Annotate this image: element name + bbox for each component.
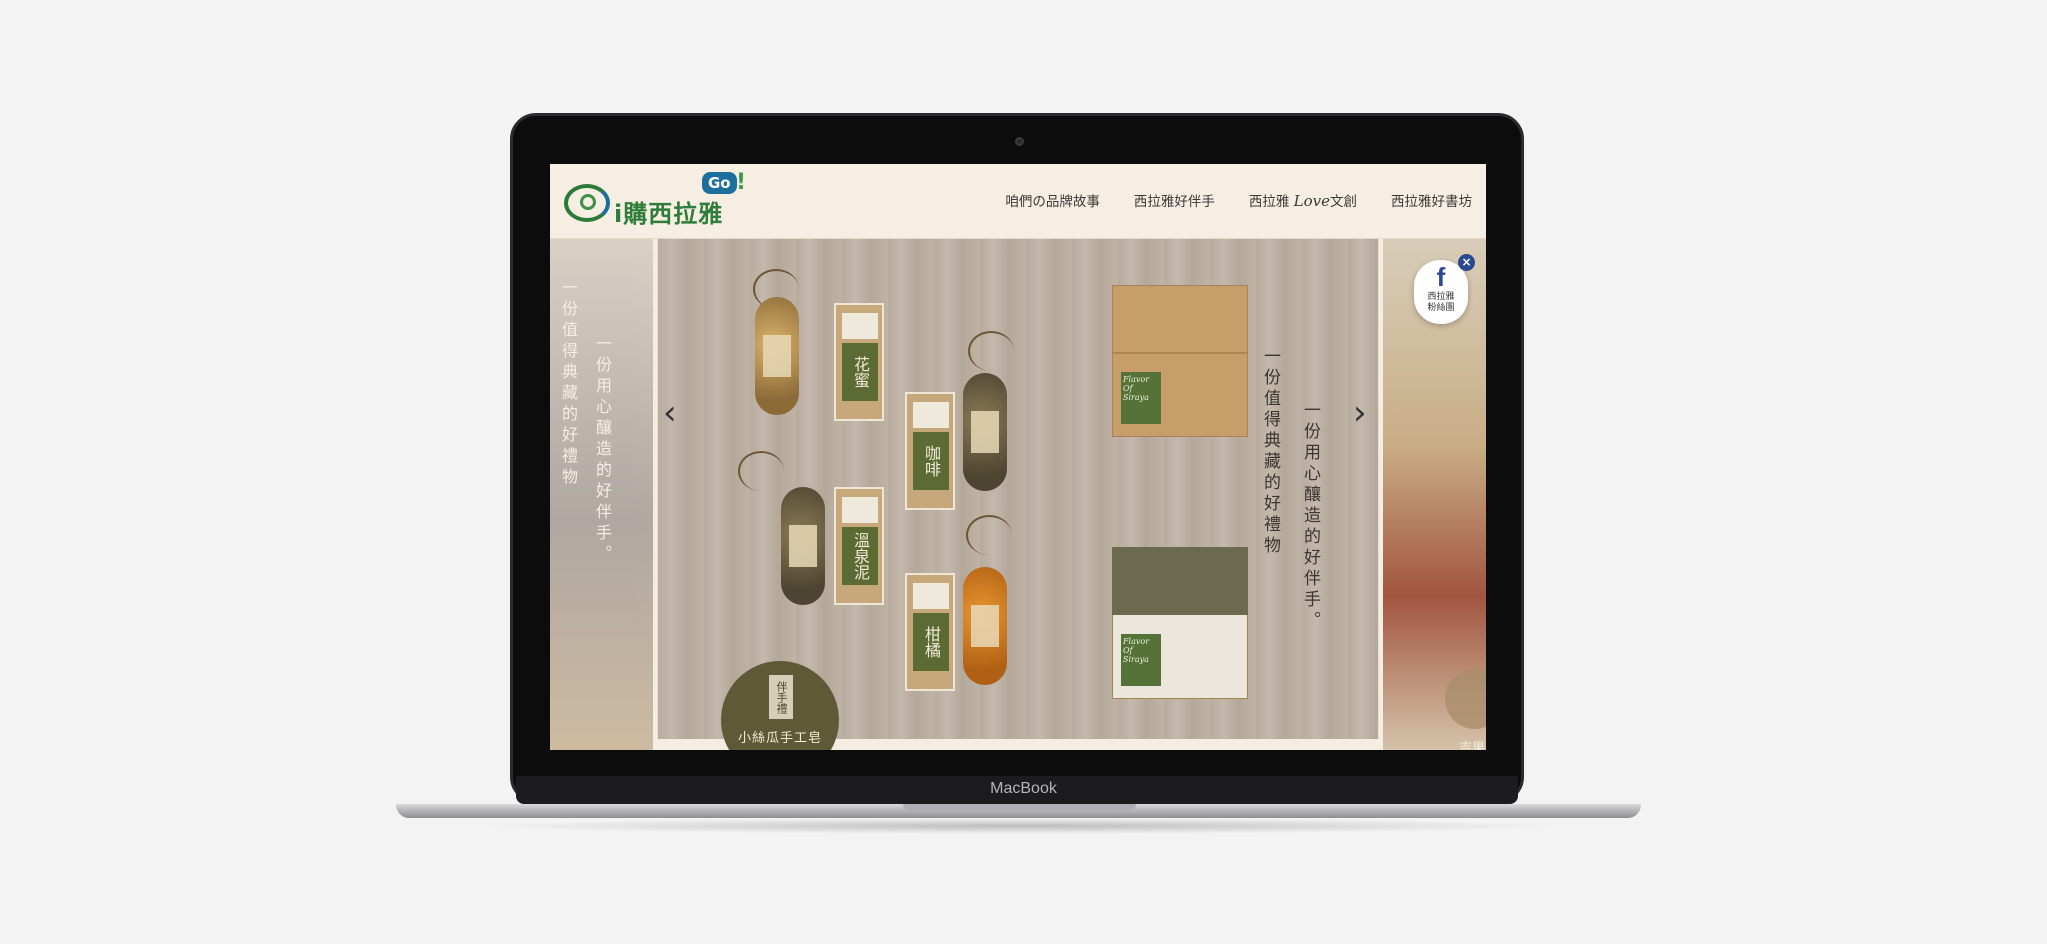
loofah-soap-4 [963, 567, 1007, 685]
chevron-right-icon[interactable]: › [1353, 396, 1367, 430]
loofah-string [966, 515, 1012, 555]
slide-tagline-1: 一份用心釀造的好伴手。 [1300, 401, 1320, 632]
left-preview-text-2: 一份值得典藏的好禮物 [559, 279, 578, 489]
soap-box-2: 咖啡 [905, 392, 955, 510]
chevron-left-icon[interactable]: ‹ [663, 396, 677, 430]
slide-tagline-2: 一份值得典藏的好禮物 [1260, 347, 1280, 557]
gift-box-floral: Flavor Of Siraya [1112, 547, 1248, 699]
nav-love-word: Love [1293, 192, 1330, 210]
webcam [1015, 137, 1024, 146]
soap-box-3: 溫泉泥 [834, 487, 884, 605]
website-screen: i購西拉雅 Go ! 咱們の品牌故事 西拉雅好伴手 西拉雅 Love文創 西拉雅… [550, 164, 1486, 750]
next-preview-badge [1445, 669, 1486, 729]
soap-box-4: 柑橘 [905, 573, 955, 691]
macbook-label: MacBook [990, 780, 1057, 797]
nav-item-brand-story[interactable]: 咱們の品牌故事 [1005, 190, 1100, 210]
loofah-soap-2 [963, 373, 1007, 491]
box-sticker-1: Flavor Of Siraya [1121, 372, 1161, 424]
logo-exclaim: ! [736, 170, 747, 195]
nav-love-suffix: 文創 [1330, 194, 1357, 210]
nav-love-prefix: 西拉雅 [1248, 194, 1290, 210]
close-icon[interactable]: × [1458, 254, 1475, 271]
loofah-string [738, 451, 784, 491]
badge-caption: 小絲瓜手工皂 [737, 731, 822, 746]
fb-label-line1: 西拉雅 [1427, 292, 1455, 302]
box-sticker-2: Flavor Of Siraya [1121, 634, 1161, 686]
loofah-string [968, 331, 1014, 371]
soap-box-1: 花蜜 [834, 303, 884, 421]
badge-seal: 伴手禮 [769, 675, 793, 719]
nav-item-love-creative[interactable]: 西拉雅 Love文創 [1249, 190, 1357, 210]
laptop-notch [903, 804, 1136, 811]
fb-label-line2: 粉絲團 [1427, 303, 1455, 313]
left-preview-text-1: 一份用心釀造的好伴手。 [593, 335, 612, 566]
next-preview-text: 吉果 [1459, 741, 1486, 750]
soap-label-4: 柑橘 [913, 613, 949, 671]
site-header: i購西拉雅 Go ! 咱們の品牌故事 西拉雅好伴手 西拉雅 Love文創 西拉雅… [550, 164, 1486, 239]
gift-box-kraft: Flavor Of Siraya [1112, 285, 1248, 437]
laptop-shadow [470, 818, 1570, 834]
logo-text: i購西拉雅 [614, 200, 724, 228]
nav-item-gifts[interactable]: 西拉雅好伴手 [1134, 190, 1215, 210]
facebook-fanpage-widget[interactable]: f 西拉雅 粉絲團 [1414, 260, 1468, 324]
main-nav: 咱們の品牌故事 西拉雅好伴手 西拉雅 Love文創 西拉雅好書坊 [1005, 190, 1472, 210]
soap-label-2: 咖啡 [913, 432, 949, 490]
logo-go-badge: Go [702, 172, 737, 194]
logo-swirl-icon [564, 184, 610, 222]
soap-label-1: 花蜜 [842, 343, 878, 401]
soap-label-3: 溫泉泥 [842, 527, 878, 585]
loofah-soap-1 [755, 297, 799, 415]
carousel-prev-preview[interactable]: 一份用心釀造的好伴手。 一份值得典藏的好禮物 [550, 239, 653, 750]
nav-item-bookstore[interactable]: 西拉雅好書坊 [1391, 190, 1472, 210]
loofah-soap-3 [781, 487, 825, 605]
